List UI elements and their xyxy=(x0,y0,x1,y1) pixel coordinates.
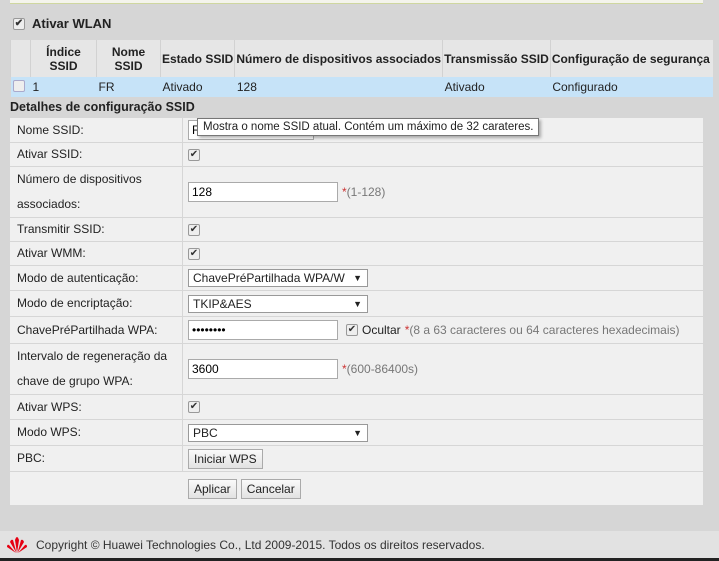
row-checkbox-cell[interactable] xyxy=(10,77,31,97)
row-enable-ssid: Ativar SSID: ✔ xyxy=(10,143,703,167)
encryption-label: Modo de encriptação: xyxy=(10,291,183,316)
top-panel-edge xyxy=(10,0,703,4)
hide-psk-label: Ocultar xyxy=(362,323,401,337)
devices-label: Número de dispositivos associados: xyxy=(10,167,183,217)
huawei-logo-icon xyxy=(7,536,27,553)
col-broadcast: Transmissão SSID xyxy=(442,40,551,77)
wps-label: Ativar WPS: xyxy=(10,395,183,419)
auth-value: ChavePréPartilhada WPA/W xyxy=(193,271,345,285)
wmm-label: Ativar WMM: xyxy=(10,242,183,265)
auth-select[interactable]: ChavePréPartilhada WPA/W ▼ xyxy=(188,269,368,287)
row-wps-mode: Modo WPS: PBC ▼ xyxy=(10,420,703,446)
col-state: Estado SSID xyxy=(159,40,235,77)
copyright-text: Copyright © Huawei Technologies Co., Ltd… xyxy=(36,537,485,552)
col-select xyxy=(10,40,31,77)
wps-checkbox[interactable]: ✔ xyxy=(188,401,200,413)
row-auth: Modo de autenticação: ChavePréPartilhada… xyxy=(10,266,703,291)
enable-wlan-label: Ativar WLAN xyxy=(32,16,112,31)
dropdown-arrow-icon: ▼ xyxy=(353,273,362,283)
psk-label: ChavePréPartilhada WPA: xyxy=(10,317,183,343)
dropdown-arrow-icon: ▼ xyxy=(353,427,362,438)
cell-state: Ativado xyxy=(160,77,235,97)
devices-hint: (1-128) xyxy=(346,185,386,199)
cell-security: Configurado xyxy=(550,77,713,97)
table-row[interactable]: 1 FR Ativado 128 Ativado Configurado xyxy=(10,77,713,97)
row-rekey: Intervalo de regeneração da chave de gru… xyxy=(10,344,703,395)
footer: Copyright © Huawei Technologies Co., Ltd… xyxy=(0,531,719,561)
auth-label: Modo de autenticação: xyxy=(10,266,183,290)
pbc-label: PBC: xyxy=(10,446,183,471)
cell-index: 1 xyxy=(30,77,97,97)
cell-name: FR xyxy=(96,77,161,97)
wps-mode-select[interactable]: PBC ▼ xyxy=(188,423,368,442)
cell-broadcast: Ativado xyxy=(442,77,551,97)
col-name: Nome SSID xyxy=(96,40,161,77)
psk-input[interactable] xyxy=(188,320,338,340)
col-index: Índice SSID xyxy=(30,40,97,77)
ssid-config-form: Nome SSID: Ativar SSID: ✔ Número de disp… xyxy=(10,118,703,505)
encryption-value: TKIP&AES xyxy=(193,296,252,311)
row-wmm: Ativar WMM: ✔ xyxy=(10,242,703,266)
form-actions: Aplicar Cancelar xyxy=(10,472,703,505)
dropdown-arrow-icon: ▼ xyxy=(353,298,362,309)
enable-ssid-label: Ativar SSID: xyxy=(10,143,183,166)
row-wps: Ativar WPS: ✔ xyxy=(10,395,703,420)
ssid-table: Índice SSID Nome SSID Estado SSID Número… xyxy=(10,40,713,97)
table-header: Índice SSID Nome SSID Estado SSID Número… xyxy=(10,40,713,77)
psk-hint: (8 a 63 caracteres ou 64 caracteres hexa… xyxy=(409,323,680,337)
enable-wlan-checkbox[interactable]: ✔ xyxy=(13,17,25,30)
cell-devices: 128 xyxy=(234,77,443,97)
row-checkbox[interactable] xyxy=(12,79,25,92)
col-devices: Número de dispositivos associados xyxy=(234,40,443,77)
start-wps-button[interactable]: Iniciar WPS xyxy=(188,448,263,469)
row-encryption: Modo de encriptação: TKIP&AES ▼ xyxy=(10,291,703,317)
ssid-name-label: Nome SSID: xyxy=(10,118,183,142)
col-security: Configuração de segurança xyxy=(549,40,713,77)
encryption-select[interactable]: TKIP&AES ▼ xyxy=(188,294,368,313)
row-broadcast: Transmitir SSID: ✔ xyxy=(10,218,703,242)
rekey-label: Intervalo de regeneração da chave de gru… xyxy=(10,344,183,394)
enable-ssid-checkbox[interactable]: ✔ xyxy=(188,148,200,161)
rekey-hint: (600-86400s) xyxy=(346,362,419,376)
rekey-input[interactable] xyxy=(188,359,338,379)
hide-psk-checkbox[interactable]: ✔ xyxy=(346,324,358,336)
apply-button[interactable]: Aplicar xyxy=(188,478,237,499)
tooltip: Mostra o nome SSID atual. Contém um máxi… xyxy=(197,118,540,136)
row-psk: ChavePréPartilhada WPA: ✔Ocultar*(8 a 63… xyxy=(10,317,703,344)
cancel-button[interactable]: Cancelar xyxy=(240,478,301,499)
wmm-checkbox[interactable]: ✔ xyxy=(188,247,200,260)
broadcast-checkbox[interactable]: ✔ xyxy=(188,223,200,236)
section-title: Detalhes de configuração SSID xyxy=(10,100,195,114)
wps-mode-value: PBC xyxy=(193,425,218,440)
row-pbc: PBC: Iniciar WPS xyxy=(10,446,703,472)
wps-mode-label: Modo WPS: xyxy=(10,420,183,445)
enable-wlan[interactable]: ✔ Ativar WLAN xyxy=(13,16,111,31)
devices-input[interactable] xyxy=(188,182,338,202)
row-devices: Número de dispositivos associados: *(1-1… xyxy=(10,167,703,218)
broadcast-label: Transmitir SSID: xyxy=(10,218,183,241)
